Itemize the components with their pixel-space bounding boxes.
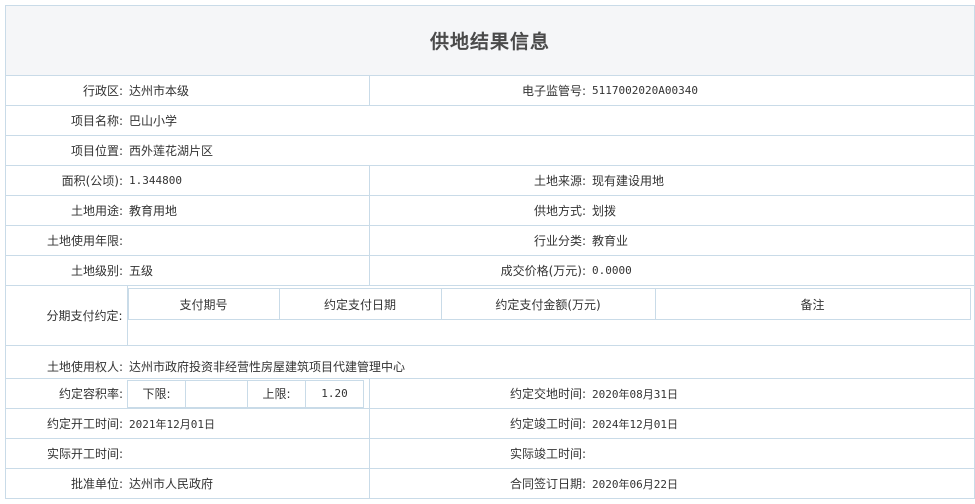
table-row: 分期支付约定: 支付期号 约定支付日期 约定支付金额(万元) 备注 <box>6 285 974 346</box>
supply-method-label: 供地方式: <box>369 195 590 226</box>
project-location-label: 项目位置: <box>6 135 127 166</box>
area-label: 面积(公顷): <box>6 165 127 196</box>
supervision-no-value: 5117002020A00340 <box>590 76 974 106</box>
actual-start-value <box>127 438 370 469</box>
deal-price-value: 0.0000 <box>590 255 974 286</box>
land-grade-value: 五级 <box>127 255 370 286</box>
completion-time-value: 2024年12月01日 <box>590 408 974 439</box>
installment-header-period: 支付期号 <box>127 288 280 320</box>
project-name-value: 巴山小学 <box>127 105 974 136</box>
contract-date-label: 合同签订日期: <box>369 468 590 499</box>
far-lower-label: 下限: <box>127 379 186 408</box>
far-row: 下限: 上限: 1.20 <box>127 379 364 408</box>
land-source-value: 现有建设用地 <box>590 165 974 196</box>
area-value: 1.344800 <box>127 165 370 196</box>
table-row: 土地使用权人: 达州市政府投资非经营性房屋建筑项目代建管理中心 <box>6 345 974 379</box>
approval-unit-value: 达州市人民政府 <box>127 468 370 499</box>
contract-date-value: 2020年06月22日 <box>590 468 974 499</box>
completion-time-label: 约定竣工时间: <box>369 408 590 439</box>
project-name-label: 项目名称: <box>6 105 127 136</box>
land-use-label: 土地用途: <box>6 195 127 226</box>
actual-completion-value <box>590 438 974 469</box>
use-period-label: 土地使用年限: <box>6 225 127 256</box>
table-row: 约定容积率: 下限: 上限: 1.20 约定交地时间: 2020年08月31日 <box>6 378 974 409</box>
installment-label: 分期支付约定: <box>6 285 128 346</box>
info-table: 行政区: 达州市本级 电子监管号: 5117002020A00340 项目名称:… <box>6 76 974 499</box>
supervision-no-label: 电子监管号: <box>369 76 590 106</box>
land-grade-label: 土地级别: <box>6 255 127 286</box>
start-time-value: 2021年12月01日 <box>127 408 370 439</box>
owner-label: 土地使用权人: <box>6 345 127 379</box>
land-use-value: 教育用地 <box>127 195 370 226</box>
district-value: 达州市本级 <box>127 76 370 106</box>
start-time-label: 约定开工时间: <box>6 408 127 439</box>
installment-header-amount: 约定支付金额(万元) <box>440 288 656 320</box>
delivery-time-label: 约定交地时间: <box>369 378 590 409</box>
industry-label: 行业分类: <box>369 225 590 256</box>
table-row: 面积(公顷): 1.344800 土地来源: 现有建设用地 <box>6 165 974 196</box>
actual-start-label: 实际开工时间: <box>6 438 127 469</box>
far-table: 下限: 上限: 1.20 <box>127 379 364 408</box>
far-lower-value <box>185 379 248 408</box>
district-label: 行政区: <box>6 76 127 106</box>
use-period-value <box>127 225 370 256</box>
table-row: 实际开工时间: 实际竣工时间: <box>6 438 974 469</box>
table-row: 约定开工时间: 2021年12月01日 约定竣工时间: 2024年12月01日 <box>6 408 974 439</box>
table-row: 土地使用年限: 行业分类: 教育业 <box>6 225 974 256</box>
installment-cell: 支付期号 约定支付日期 约定支付金额(万元) 备注 <box>127 285 974 346</box>
far-upper-label: 上限: <box>247 379 306 408</box>
installment-header-row: 支付期号 约定支付日期 约定支付金额(万元) 备注 <box>127 288 971 320</box>
approval-unit-label: 批准单位: <box>6 468 127 499</box>
installment-header-remark: 备注 <box>654 288 971 320</box>
table-row: 项目位置: 西外莲花湖片区 <box>6 135 974 166</box>
page-title: 供地结果信息 <box>6 6 974 76</box>
table-row: 批准单位: 达州市人民政府 合同签订日期: 2020年06月22日 <box>6 468 974 499</box>
far-upper-value: 1.20 <box>305 379 364 408</box>
installment-table: 支付期号 约定支付日期 约定支付金额(万元) 备注 <box>127 288 971 320</box>
table-row: 土地级别: 五级 成交价格(万元): 0.0000 <box>6 255 974 286</box>
table-row: 土地用途: 教育用地 供地方式: 划拨 <box>6 195 974 226</box>
supply-result-panel: 供地结果信息 行政区: 达州市本级 电子监管号: 5117002020A0034… <box>5 5 975 499</box>
actual-completion-label: 实际竣工时间: <box>369 438 590 469</box>
far-label: 约定容积率: <box>6 378 127 409</box>
supply-method-value: 划拨 <box>590 195 974 226</box>
table-row: 行政区: 达州市本级 电子监管号: 5117002020A00340 <box>6 76 974 106</box>
industry-value: 教育业 <box>590 225 974 256</box>
owner-value: 达州市政府投资非经营性房屋建筑项目代建管理中心 <box>127 345 974 379</box>
far-cell: 下限: 上限: 1.20 <box>127 378 370 409</box>
project-location-value: 西外莲花湖片区 <box>127 135 974 166</box>
installment-header-date: 约定支付日期 <box>278 288 442 320</box>
land-source-label: 土地来源: <box>369 165 590 196</box>
deal-price-label: 成交价格(万元): <box>369 255 590 286</box>
delivery-time-value: 2020年08月31日 <box>590 378 974 409</box>
table-row: 项目名称: 巴山小学 <box>6 105 974 136</box>
